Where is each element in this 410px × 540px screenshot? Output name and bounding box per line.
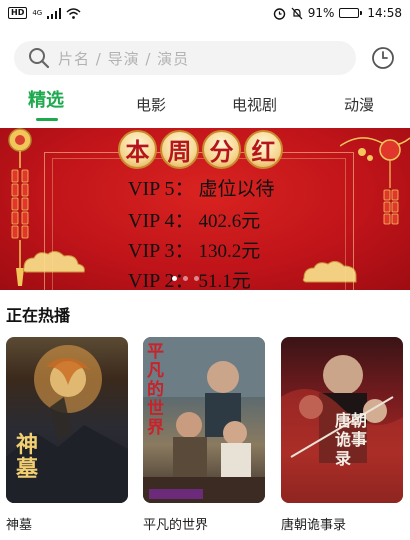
tab-anime[interactable]: 动漫 xyxy=(344,94,374,115)
active-tab-indicator xyxy=(36,118,58,121)
status-bar: HD 4G 91% 14:58 xyxy=(0,0,410,26)
banner-page-indicator xyxy=(172,276,199,281)
search-row: 片名 / 导演 / 演员 xyxy=(14,40,396,76)
search-input[interactable]: 片名 / 导演 / 演员 xyxy=(14,41,357,75)
tab-movies[interactable]: 电影 xyxy=(136,94,166,115)
signal-icon xyxy=(47,7,62,19)
search-icon xyxy=(29,48,50,69)
app-screen: HD 4G 91% 14:58 片名 / 导演 / 演员 精选 电影 电视剧 动… xyxy=(0,0,410,540)
history-button[interactable] xyxy=(370,45,396,71)
status-left: HD 4G xyxy=(8,7,81,19)
poster-title[interactable]: 神墓 xyxy=(6,514,128,533)
poster-image[interactable]: 平凡的世界 xyxy=(143,337,265,503)
status-right: 91% 14:58 xyxy=(273,6,402,20)
vip-line-3: VIP 3： 130.2元 xyxy=(128,240,261,262)
poster-card-ordinary-world[interactable]: 平凡的世界 平凡的世界 xyxy=(143,337,265,533)
banner-title-char: 本 xyxy=(118,130,157,169)
poster-card-tang-dynasty[interactable]: 唐朝诡事录 唐朝诡事录 xyxy=(281,337,403,533)
wifi-icon xyxy=(66,7,81,19)
poster-row: 神墓 神墓 平凡的世界 平凡的世界 唐朝诡事录 唐朝诡事录 xyxy=(0,337,410,540)
search-placeholder: 片名 / 导演 / 演员 xyxy=(58,49,190,68)
poster-title-art: 平凡的世界 xyxy=(147,342,164,438)
mute-icon xyxy=(291,7,303,19)
poster-title[interactable]: 唐朝诡事录 xyxy=(281,514,403,533)
battery-percent: 91% xyxy=(307,6,335,20)
vip-line-4: VIP 4： 402.6元 xyxy=(128,210,261,232)
poster-image[interactable]: 神墓 xyxy=(6,337,128,503)
tab-tv-series[interactable]: 电视剧 xyxy=(232,94,277,115)
tab-featured[interactable]: 精选 xyxy=(28,86,64,112)
banner-title-char: 分 xyxy=(202,130,241,169)
hd-badge: HD xyxy=(8,7,28,19)
poster-title-art: 唐朝诡事录 xyxy=(335,411,368,468)
battery-icon xyxy=(339,8,363,18)
poster-title-art: 神墓 xyxy=(16,432,39,482)
banner-dot[interactable] xyxy=(183,276,188,281)
banner-title-char: 周 xyxy=(160,130,199,169)
vip-line-5: VIP 5： 虚位以待 xyxy=(128,178,275,200)
network-label: 4G xyxy=(32,9,43,17)
clock-time: 14:58 xyxy=(367,6,402,20)
poster-title[interactable]: 平凡的世界 xyxy=(143,514,265,533)
banner-dot[interactable] xyxy=(194,276,199,281)
poster-image[interactable]: 唐朝诡事录 xyxy=(281,337,403,503)
banner-title: 本 周 分 红 xyxy=(118,130,283,169)
category-tabs: 精选 电影 电视剧 动漫 xyxy=(0,88,410,124)
banner-title-char: 红 xyxy=(244,130,283,169)
alarm-icon xyxy=(273,7,285,20)
banner-dot[interactable] xyxy=(172,276,177,281)
clock-icon xyxy=(372,47,394,69)
poster-card-shenmu[interactable]: 神墓 神墓 xyxy=(6,337,128,533)
section-title-now-playing: 正在热播 xyxy=(6,306,71,325)
promo-banner[interactable]: 本 周 分 红 VIP 5： 虚位以待 VIP 4： 402.6元 VIP 3： 13… xyxy=(0,128,410,290)
